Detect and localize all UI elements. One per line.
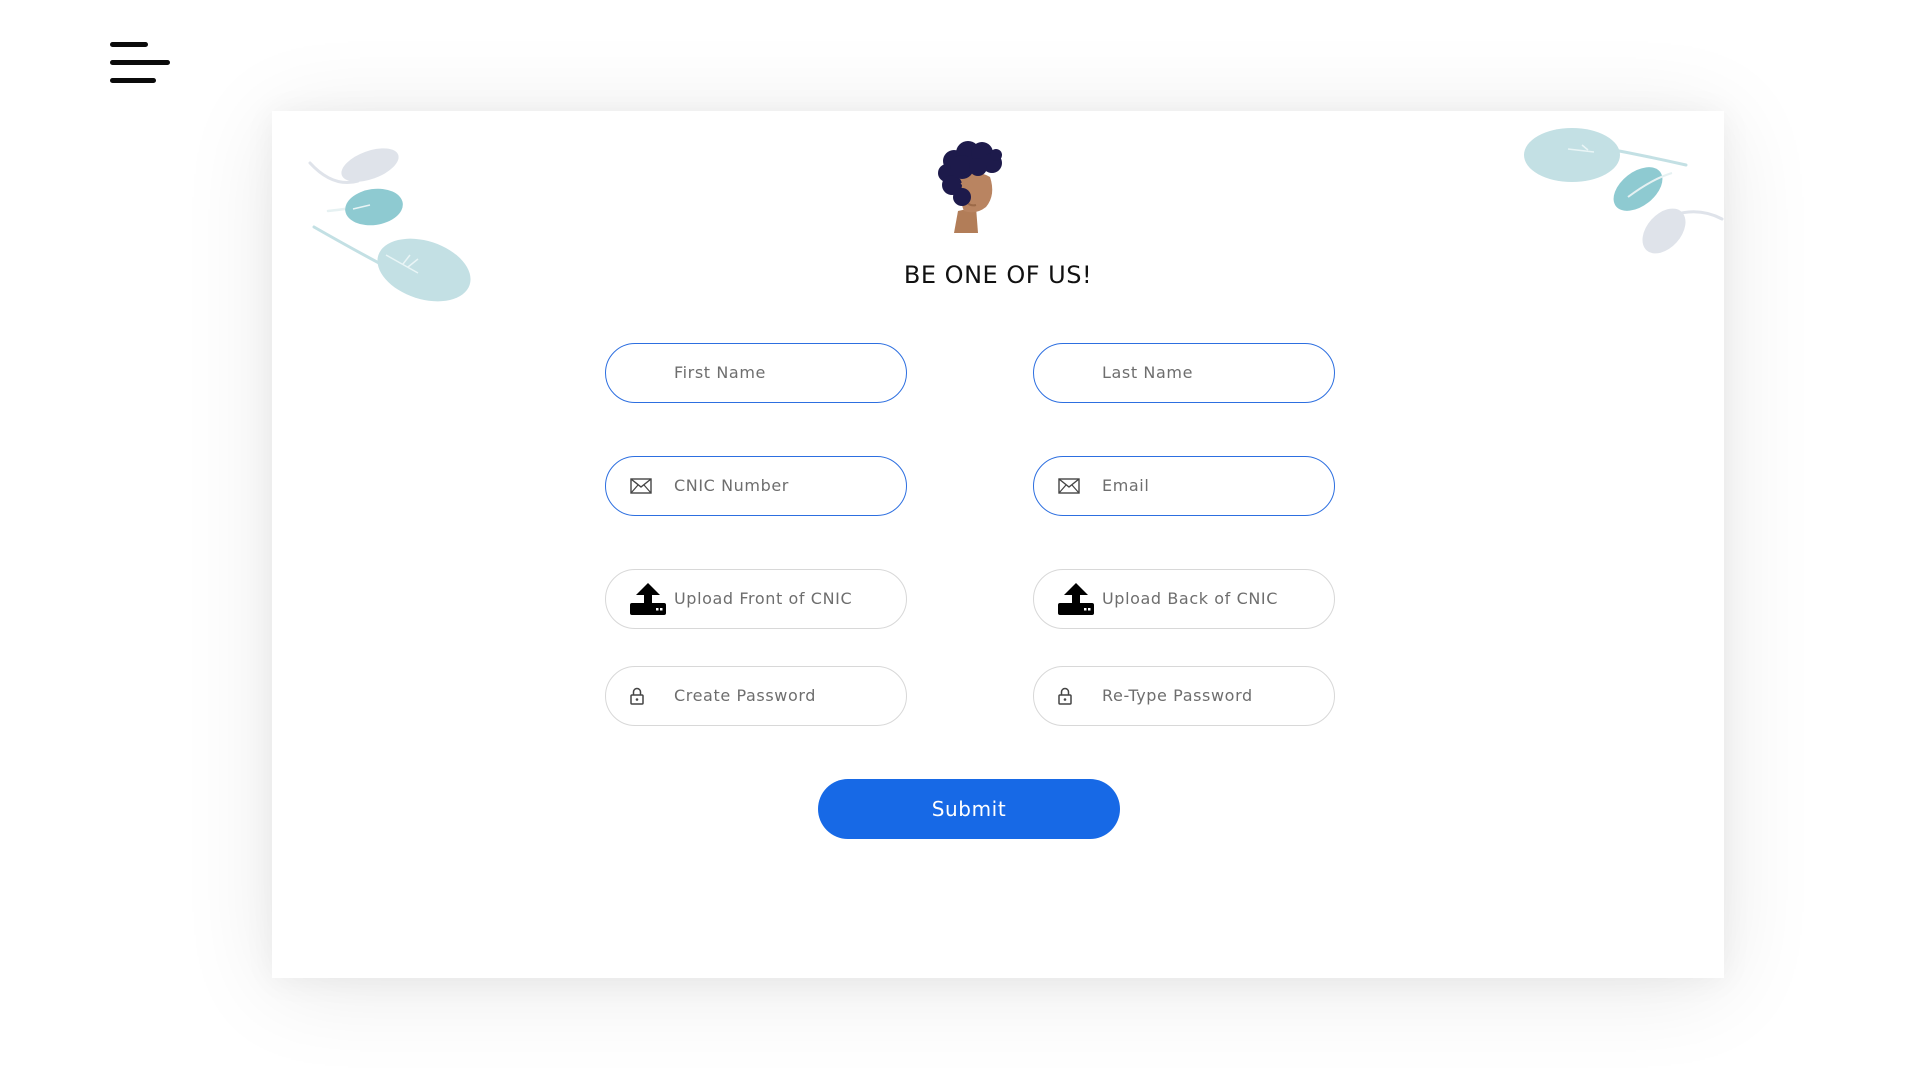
menu-line — [110, 42, 148, 47]
last-name-input[interactable]: Last Name — [1033, 343, 1335, 403]
upload-back-cnic-button[interactable]: Upload Back of CNIC — [1033, 569, 1335, 629]
lock-icon — [630, 687, 644, 705]
cnic-number-input[interactable]: CNIC Number — [605, 456, 907, 516]
cnic-number-placeholder: CNIC Number — [674, 476, 789, 495]
upload-icon — [630, 583, 666, 615]
avatar-illustration — [938, 141, 1002, 233]
first-name-placeholder: First Name — [674, 363, 766, 382]
first-name-input[interactable]: First Name — [605, 343, 907, 403]
last-name-placeholder: Last Name — [1102, 363, 1194, 382]
upload-front-label: Upload Front of CNIC — [674, 589, 853, 608]
menu-line — [110, 78, 156, 83]
email-placeholder: Email — [1102, 476, 1150, 495]
page: BE ONE OF US! First Name Last Name CNIC … — [0, 0, 1920, 1080]
menu-line — [110, 60, 170, 65]
retype-password-input[interactable]: Re-Type Password — [1033, 666, 1335, 726]
upload-icon — [1058, 583, 1094, 615]
email-input[interactable]: Email — [1033, 456, 1335, 516]
retype-password-placeholder: Re-Type Password — [1102, 686, 1253, 705]
upload-front-cnic-button[interactable]: Upload Front of CNIC — [605, 569, 907, 629]
upload-back-label: Upload Back of CNIC — [1102, 589, 1279, 608]
hamburger-menu-icon[interactable] — [110, 42, 170, 86]
create-password-placeholder: Create Password — [674, 686, 816, 705]
create-password-input[interactable]: Create Password — [605, 666, 907, 726]
page-title: BE ONE OF US! — [903, 261, 1093, 289]
signup-card: BE ONE OF US! First Name Last Name CNIC … — [272, 111, 1724, 978]
leaves-decoration-right — [1524, 128, 1724, 254]
submit-button[interactable]: Submit — [818, 779, 1120, 839]
envelope-icon — [1058, 478, 1080, 494]
envelope-icon — [630, 478, 652, 494]
lock-icon — [1058, 687, 1072, 705]
